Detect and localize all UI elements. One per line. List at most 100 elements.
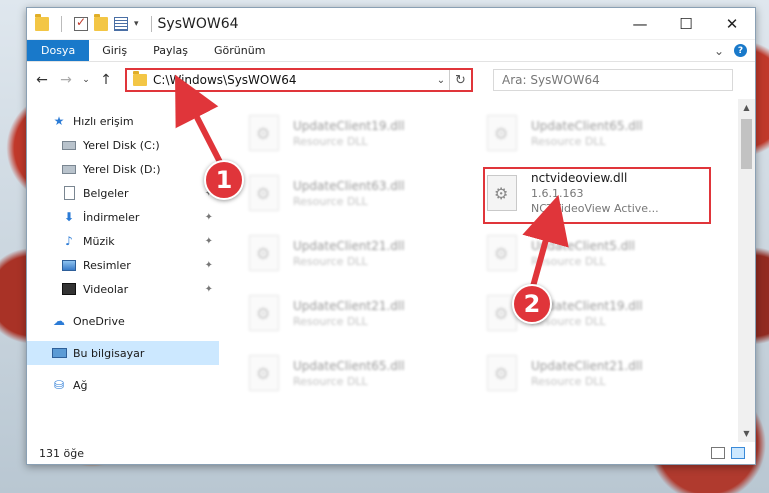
navigation-pane: ★ Hızlı erişim Yerel Disk (C:) Yerel Dis… bbox=[27, 99, 219, 442]
folder-icon bbox=[35, 13, 49, 31]
dll-file-icon bbox=[487, 115, 517, 151]
address-bar[interactable]: C:\Windows\SysWOW64 ⌄ ↻ bbox=[125, 68, 473, 92]
star-icon: ★ bbox=[53, 114, 65, 128]
sidebar-item-label: Ağ bbox=[73, 378, 88, 392]
maximize-button[interactable]: ☐ bbox=[663, 8, 709, 40]
file-item[interactable]: UpdateClient21.dllResource DLL bbox=[487, 347, 717, 399]
address-path[interactable]: C:\Windows\SysWOW64 bbox=[153, 73, 433, 87]
step-2-badge: 2 bbox=[512, 284, 552, 324]
file-item[interactable]: UpdateClient5.dllResource DLL bbox=[487, 227, 717, 279]
dll-file-icon bbox=[249, 355, 279, 391]
network-icon: ⛁ bbox=[53, 378, 65, 392]
highlight-box bbox=[483, 167, 711, 224]
title-bar: ▾ SysWOW64 — ☐ ✕ bbox=[27, 8, 755, 40]
main-content: ★ Hızlı erişim Yerel Disk (C:) Yerel Dis… bbox=[27, 99, 755, 442]
sidebar-item-local-disk-c[interactable]: Yerel Disk (C:) bbox=[27, 133, 219, 157]
dll-file-icon bbox=[249, 235, 279, 271]
minimize-button[interactable]: — bbox=[617, 8, 663, 40]
sidebar-item-videos[interactable]: Videolar ✦ bbox=[27, 277, 219, 301]
new-folder-icon[interactable] bbox=[94, 13, 108, 31]
sidebar-item-local-disk-d[interactable]: Yerel Disk (D:) bbox=[27, 157, 219, 181]
file-item[interactable]: UpdateClient19.dllResource DLL bbox=[249, 107, 479, 159]
pin-icon[interactable]: ✦ bbox=[205, 260, 213, 271]
window-title: SysWOW64 bbox=[157, 15, 239, 32]
sidebar-item-label: Yerel Disk (C:) bbox=[83, 138, 160, 152]
expand-ribbon-chevron-icon[interactable]: ⌄ bbox=[714, 44, 724, 58]
refresh-icon[interactable]: ↻ bbox=[449, 70, 471, 90]
window-controls: — ☐ ✕ bbox=[617, 8, 755, 40]
recent-locations-chevron-icon[interactable]: ⌄ bbox=[81, 75, 91, 85]
folder-icon bbox=[133, 71, 147, 86]
pin-icon[interactable]: ✦ bbox=[205, 236, 213, 247]
cloud-icon: ☁ bbox=[53, 314, 65, 328]
up-arrow-icon[interactable]: ↑ bbox=[97, 72, 115, 88]
details-view-icon[interactable] bbox=[711, 447, 725, 459]
pictures-icon bbox=[61, 258, 77, 272]
tab-view[interactable]: Görünüm bbox=[201, 40, 278, 61]
customize-toolbar-chevron-icon[interactable]: ▾ bbox=[134, 19, 139, 29]
vertical-scrollbar[interactable]: ▲ ▼ bbox=[738, 99, 755, 442]
sidebar-item-quick-access[interactable]: ★ Hızlı erişim bbox=[27, 109, 219, 133]
item-count: 131 öğe bbox=[39, 446, 84, 460]
ribbon-right: ⌄ ? bbox=[714, 40, 755, 61]
file-item[interactable]: UpdateClient21.dllResource DLL bbox=[249, 227, 479, 279]
scroll-up-arrow-icon[interactable]: ▲ bbox=[738, 99, 755, 116]
document-icon bbox=[61, 186, 77, 200]
computer-icon bbox=[51, 346, 67, 360]
sidebar-item-pictures[interactable]: Resimler ✦ bbox=[27, 253, 219, 277]
sidebar-item-label: Belgeler bbox=[83, 186, 129, 200]
divider bbox=[61, 15, 62, 32]
file-item[interactable]: UpdateClient63.dllResource DLL bbox=[249, 167, 479, 219]
sidebar-item-network[interactable]: ⛁ Ağ bbox=[27, 373, 219, 397]
quick-access-toolbar: ▾ bbox=[27, 13, 158, 32]
video-icon bbox=[61, 282, 77, 296]
sidebar-item-label: OneDrive bbox=[73, 314, 125, 328]
file-item[interactable]: UpdateClient65.dllResource DLL bbox=[487, 107, 717, 159]
back-arrow-icon[interactable]: ← bbox=[33, 72, 51, 88]
dll-file-icon bbox=[249, 115, 279, 151]
sidebar-item-downloads[interactable]: ⬇ İndirmeler ✦ bbox=[27, 205, 219, 229]
file-item[interactable]: UpdateClient65.dllResource DLL bbox=[249, 347, 479, 399]
file-item[interactable]: UpdateClient21.dllResource DLL bbox=[249, 287, 479, 339]
sidebar-item-label: Videolar bbox=[83, 282, 129, 296]
scroll-down-arrow-icon[interactable]: ▼ bbox=[738, 425, 755, 442]
properties-check-icon[interactable] bbox=[74, 15, 88, 31]
sidebar-item-music[interactable]: ♪ Müzik ✦ bbox=[27, 229, 219, 253]
properties-icon[interactable] bbox=[114, 16, 128, 31]
forward-arrow-icon[interactable]: → bbox=[57, 72, 75, 88]
sidebar-item-this-pc[interactable]: Bu bilgisayar bbox=[27, 341, 219, 365]
sidebar-item-label: Yerel Disk (D:) bbox=[83, 162, 161, 176]
pin-icon[interactable]: ✦ bbox=[205, 284, 213, 295]
sidebar-item-label: Bu bilgisayar bbox=[73, 346, 145, 360]
drive-icon bbox=[61, 138, 77, 152]
tab-share[interactable]: Paylaş bbox=[140, 40, 201, 61]
sidebar-item-label: Hızlı erişim bbox=[73, 114, 134, 128]
search-input[interactable]: Ara: SysWOW64 bbox=[493, 69, 733, 91]
music-icon: ♪ bbox=[65, 234, 73, 248]
close-button[interactable]: ✕ bbox=[709, 8, 755, 40]
address-dropdown-chevron-icon[interactable]: ⌄ bbox=[433, 75, 449, 86]
sidebar-item-onedrive[interactable]: ☁ OneDrive bbox=[27, 309, 219, 333]
sidebar-item-label: Müzik bbox=[83, 234, 115, 248]
navigation-bar: ← → ⌄ ↑ C:\Windows\SysWOW64 ⌄ ↻ Ara: Sys… bbox=[27, 62, 755, 98]
status-bar: 131 öğe bbox=[27, 442, 755, 464]
dll-file-icon bbox=[249, 175, 279, 211]
pin-icon[interactable]: ✦ bbox=[205, 212, 213, 223]
dll-file-icon bbox=[487, 355, 517, 391]
tab-home[interactable]: Giriş bbox=[89, 40, 140, 61]
drive-icon bbox=[61, 162, 77, 176]
tab-file[interactable]: Dosya bbox=[27, 40, 90, 61]
tiles-view-icon[interactable] bbox=[731, 447, 745, 459]
view-toggle bbox=[711, 447, 755, 459]
dll-file-icon bbox=[249, 295, 279, 331]
step-1-badge: 1 bbox=[204, 160, 244, 200]
download-icon: ⬇ bbox=[63, 210, 75, 224]
ribbon-tabs: Dosya Giriş Paylaş Görünüm ⌄ ? bbox=[27, 40, 755, 62]
file-list: UpdateClient19.dllResource DLL UpdateCli… bbox=[219, 99, 755, 442]
dll-file-icon bbox=[487, 235, 517, 271]
scrollbar-thumb[interactable] bbox=[741, 119, 752, 169]
sidebar-item-label: İndirmeler bbox=[83, 210, 140, 224]
help-icon[interactable]: ? bbox=[734, 44, 747, 57]
sidebar-item-label: Resimler bbox=[83, 258, 131, 272]
sidebar-item-documents[interactable]: Belgeler ✦ bbox=[27, 181, 219, 205]
